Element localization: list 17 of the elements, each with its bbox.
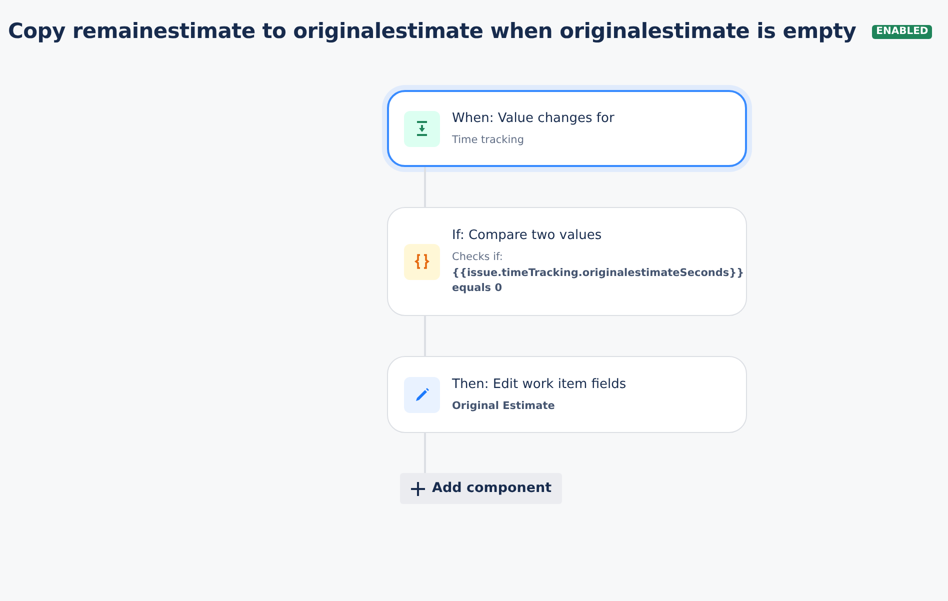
rule-step-card[interactable]: If: Compare two values Checks if: {{issue.timeTracking.originalestimateSeconds}} equals 0 — [387, 207, 747, 316]
step-detail: Checks if: — [452, 250, 504, 265]
rule-title: Copy remainestimate to originalestimate when originalestimate is empty — [8, 19, 856, 44]
plus-icon — [410, 480, 426, 497]
braces-icon — [404, 244, 440, 280]
status-lozenge: ENABLED — [872, 24, 932, 39]
rule-step-card[interactable]: Then: Edit work item fields Original Estimate — [387, 356, 747, 434]
step-title: Then: Edit work item fields — [452, 376, 626, 394]
add-component-button[interactable]: Add component — [400, 473, 562, 504]
step-value: equals 0 — [452, 281, 504, 296]
step-title: If: Compare two values — [452, 227, 603, 246]
step-title: When: Value changes for — [452, 110, 614, 128]
step-value: Original Estimate — [452, 398, 556, 414]
download-icon — [404, 110, 440, 147]
pencil-icon — [404, 376, 440, 413]
step-value: {{issue.timeTracking.originalestimateSeconds}} — [452, 266, 744, 281]
step-detail: Time tracking — [452, 132, 525, 148]
